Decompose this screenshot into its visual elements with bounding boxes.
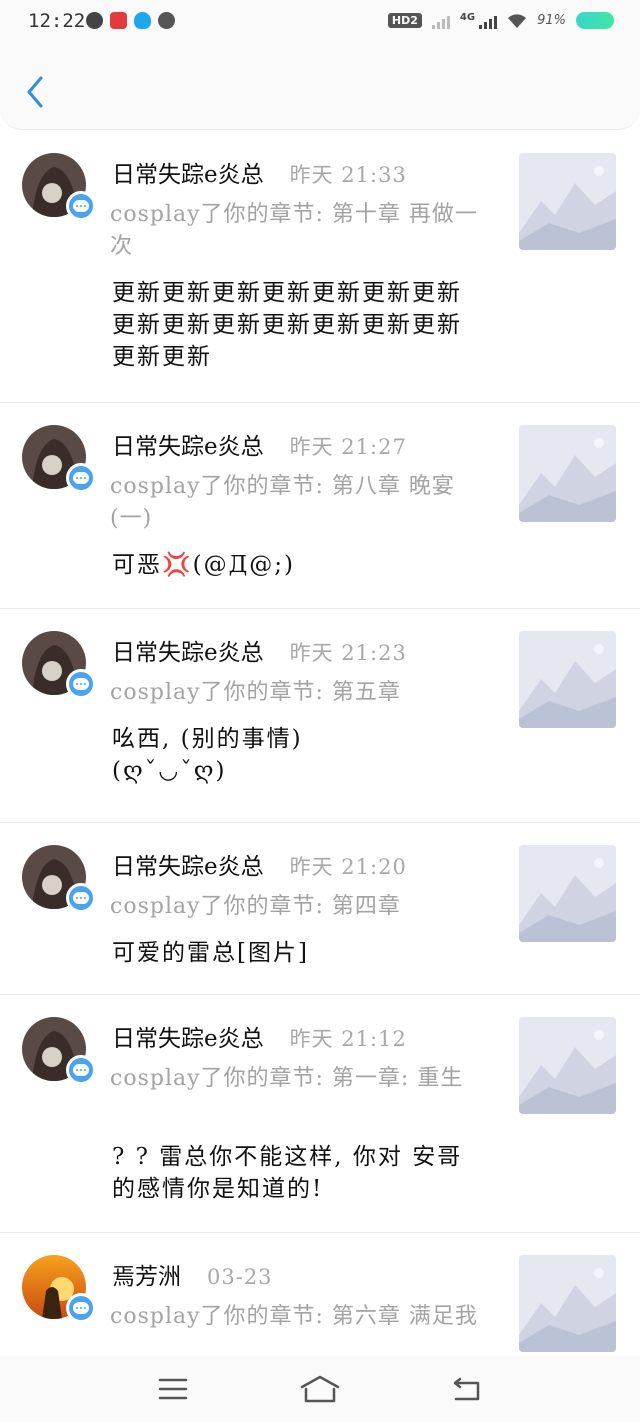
signal-sim2-icon bbox=[479, 13, 498, 29]
message-content: 可恶💢(@Д@;) bbox=[112, 552, 296, 578]
network-type-label: 4G bbox=[459, 12, 476, 23]
back-button[interactable] bbox=[18, 72, 52, 112]
battery-percent: 91% bbox=[537, 13, 566, 28]
shop-notification-icon bbox=[110, 12, 127, 29]
status-bar: 12:22 HD2 4G 91% bbox=[0, 0, 640, 46]
chapter-reference: cosplay了你的章节: 第十章 再做一次 bbox=[110, 202, 478, 259]
name-row: 焉芳洲 03-23 bbox=[112, 1257, 273, 1291]
list-item[interactable]: 日常失踪e炎总 昨天 21:20 cosplay了你的章节: 第四章 可爱的雷总… bbox=[0, 823, 640, 995]
list-item[interactable]: 日常失踪e炎总 昨天 21:12 cosplay了你的章节: 第一章: 重生 ?… bbox=[0, 995, 640, 1233]
home-button[interactable] bbox=[290, 1364, 350, 1414]
name-row: 日常失踪e炎总 昨天 21:33 bbox=[112, 155, 407, 189]
back-icon bbox=[453, 1377, 479, 1401]
system-nav-bar bbox=[0, 1356, 640, 1422]
app-notification-icon bbox=[86, 12, 103, 29]
menu-icon bbox=[159, 1378, 188, 1400]
chapter-reference: cosplay了你的章节: 第六章 满足我 bbox=[110, 1304, 478, 1329]
message-content: 吆西, (别的事情) (ღˇ◡ˇღ) bbox=[112, 726, 303, 784]
status-time: 12:22 bbox=[28, 10, 86, 32]
user-name[interactable]: 日常失踪e炎总 bbox=[112, 155, 264, 189]
message-time: 03-23 bbox=[207, 1265, 273, 1289]
user-name[interactable]: 焉芳洲 bbox=[112, 1257, 181, 1291]
chat-notification-icon bbox=[158, 12, 175, 29]
wifi-icon bbox=[508, 13, 527, 28]
comment-badge-icon bbox=[66, 1055, 96, 1085]
chapter-reference: cosplay了你的章节: 第八章 晚宴 (一) bbox=[110, 474, 455, 531]
chevron-left-icon bbox=[27, 76, 43, 108]
name-row: 日常失踪e炎总 昨天 21:27 bbox=[112, 427, 407, 461]
work-thumbnail[interactable] bbox=[519, 153, 616, 250]
user-name[interactable]: 日常失踪e炎总 bbox=[112, 847, 264, 881]
message-time: 昨天 21:12 bbox=[289, 1027, 407, 1051]
signal-sim1-icon bbox=[431, 13, 450, 29]
comment-badge-icon bbox=[66, 191, 96, 221]
battery-icon bbox=[576, 12, 614, 29]
message-content: ? ? 雷总你不能这样, 你对 安哥的感情你是知道的! bbox=[112, 1144, 463, 1202]
work-thumbnail[interactable] bbox=[519, 1255, 616, 1352]
work-thumbnail[interactable] bbox=[519, 845, 616, 942]
comment-badge-icon bbox=[66, 669, 96, 699]
work-thumbnail[interactable] bbox=[519, 1017, 616, 1114]
message-time: 昨天 21:33 bbox=[289, 163, 407, 187]
work-thumbnail[interactable] bbox=[519, 425, 616, 522]
user-name[interactable]: 日常失踪e炎总 bbox=[112, 1019, 264, 1053]
work-thumbnail[interactable] bbox=[519, 631, 616, 728]
list-item[interactable]: 焉芳洲 03-23 cosplay了你的章节: 第六章 满足我 bbox=[0, 1233, 640, 1356]
chapter-reference: cosplay了你的章节: 第五章 bbox=[110, 680, 401, 705]
chapter-reference: cosplay了你的章节: 第四章 bbox=[110, 894, 401, 919]
hd-icon: HD2 bbox=[387, 13, 422, 28]
list-item[interactable]: 日常失踪e炎总 昨天 21:33 cosplay了你的章节: 第十章 再做一次 … bbox=[0, 131, 640, 403]
status-right: HD2 4G 91% bbox=[387, 12, 614, 29]
recent-apps-button[interactable] bbox=[143, 1364, 203, 1414]
qq-notification-icon bbox=[134, 12, 151, 29]
comment-badge-icon bbox=[66, 1293, 96, 1323]
home-icon bbox=[300, 1375, 340, 1403]
user-name[interactable]: 日常失踪e炎总 bbox=[112, 633, 264, 667]
notification-icons bbox=[86, 12, 175, 29]
message-time: 昨天 21:27 bbox=[289, 435, 407, 459]
comment-badge-icon bbox=[66, 883, 96, 913]
message-time: 昨天 21:23 bbox=[289, 641, 407, 665]
message-list[interactable]: 日常失踪e炎总 昨天 21:33 cosplay了你的章节: 第十章 再做一次 … bbox=[0, 131, 640, 1356]
message-content: 更新更新更新更新更新更新更新更新更新更新更新更新更新更新更新更新 bbox=[112, 280, 462, 370]
list-item[interactable]: 日常失踪e炎总 昨天 21:23 cosplay了你的章节: 第五章 吆西, (… bbox=[0, 609, 640, 823]
list-item[interactable]: 日常失踪e炎总 昨天 21:27 cosplay了你的章节: 第八章 晚宴 (一… bbox=[0, 403, 640, 609]
message-content: 可爱的雷总[图片] bbox=[112, 940, 309, 966]
user-name[interactable]: 日常失踪e炎总 bbox=[112, 427, 264, 461]
name-row: 日常失踪e炎总 昨天 21:12 bbox=[112, 1019, 407, 1053]
system-back-button[interactable] bbox=[437, 1364, 497, 1414]
chapter-reference: cosplay了你的章节: 第一章: 重生 bbox=[110, 1066, 464, 1091]
name-row: 日常失踪e炎总 昨天 21:23 bbox=[112, 633, 407, 667]
message-time: 昨天 21:20 bbox=[289, 855, 407, 879]
top-bar bbox=[0, 46, 640, 130]
name-row: 日常失踪e炎总 昨天 21:20 bbox=[112, 847, 407, 881]
comment-badge-icon bbox=[66, 463, 96, 493]
